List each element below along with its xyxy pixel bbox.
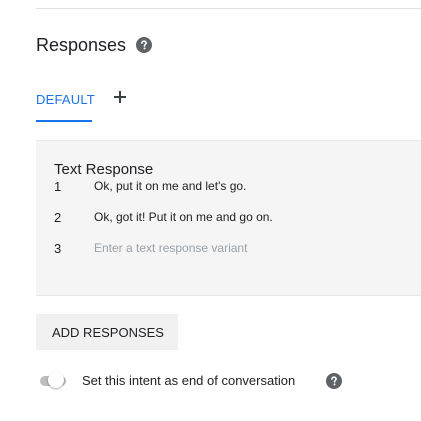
end-conversation-label: Set this intent as end of conversation [82,373,296,388]
response-row[interactable]: 2 Ok, got it! Put it on me and go on. [36,206,421,230]
responses-panel: Responses DEFAULT Text Response 1 Ok, pu… [0,0,421,421]
end-conversation-row: Set this intent as end of conversation [36,370,421,392]
response-text[interactable]: Ok, put it on me and let's go. [94,179,246,193]
response-variant-input[interactable] [94,239,394,257]
tab-active-indicator [36,120,92,122]
response-row[interactable]: 3 [36,237,421,261]
response-text[interactable]: Ok, got it! Put it on me and go on. [94,210,273,224]
plus-icon[interactable] [112,89,128,105]
toggle-knob [48,372,64,388]
help-circle-icon[interactable] [136,37,153,53]
response-index: 2 [54,210,62,225]
help-circle-icon[interactable] [326,373,342,389]
response-row[interactable]: 1 Ok, put it on me and let's go. [36,175,421,199]
tab-default[interactable]: DEFAULT [36,92,95,107]
add-responses-button[interactable]: ADD RESPONSES [36,314,178,350]
responses-title: Responses [36,34,127,55]
responses-header: Responses [36,33,153,57]
end-conversation-toggle[interactable] [36,372,66,388]
response-index: 3 [54,241,62,256]
response-index: 1 [54,179,62,194]
text-response-card: Text Response 1 Ok, put it on me and let… [36,140,421,296]
top-divider [36,8,421,9]
response-tabs: DEFAULT [36,86,136,122]
